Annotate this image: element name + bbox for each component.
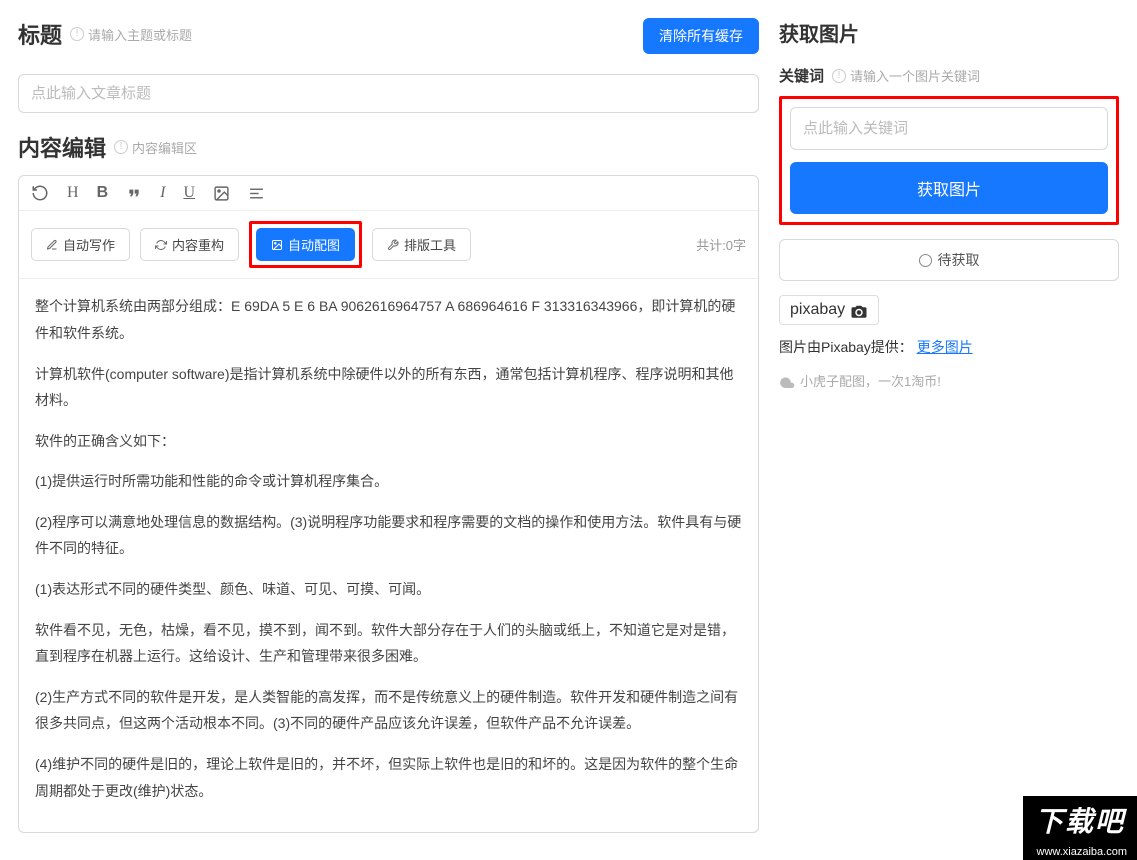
sidebar-title: 获取图片 xyxy=(779,18,1119,47)
quote-icon[interactable] xyxy=(126,184,142,202)
info-icon: ! xyxy=(70,27,84,41)
editor-box: H B I U 自动写作 xyxy=(18,175,759,833)
pixabay-badge: pixabay xyxy=(779,295,879,325)
main-column: 标题 ! 请输入主题或标题 清除所有缓存 内容编辑 ! 内容编辑区 H xyxy=(18,18,759,833)
info-icon: ! xyxy=(832,69,846,83)
keyword-input[interactable] xyxy=(790,107,1108,150)
heading-icon[interactable]: H xyxy=(67,184,79,202)
title-hint: 请输入主题或标题 xyxy=(88,25,192,44)
underline-icon[interactable]: U xyxy=(183,184,195,202)
auto-image-button[interactable]: 自动配图 xyxy=(256,228,355,261)
content-edit-label: 内容编辑 xyxy=(18,131,106,163)
italic-icon[interactable]: I xyxy=(160,184,165,202)
editor-content[interactable]: 整个计算机系统由两部分组成：E 69DA 5 E 6 BA 9062616964… xyxy=(19,279,758,832)
content-paragraph: (1)提供运行时所需功能和性能的命令或计算机程序集合。 xyxy=(35,468,742,495)
camera-icon xyxy=(850,302,868,318)
content-paragraph: (2)生产方式不同的软件是开发，是人类智能的高发挥，而不是传统意义上的硬件制造。… xyxy=(35,684,742,737)
pending-button[interactable]: 待获取 xyxy=(779,239,1119,281)
highlight-box-sidebar: 获取图片 xyxy=(779,96,1119,225)
content-paragraph: (1)表达形式不同的硬件类型、颜色、味道、可见、可摸、可闻。 xyxy=(35,576,742,603)
image-icon[interactable] xyxy=(213,184,230,202)
provider-text: 图片由Pixabay提供： 更多图片 xyxy=(779,337,1119,357)
info-icon: ! xyxy=(114,140,128,154)
circle-icon xyxy=(919,254,932,267)
action-toolbar: 自动写作 内容重构 自动配图 排版工具 共计:0字 xyxy=(19,211,758,279)
title-section-header: 标题 ! 请输入主题或标题 xyxy=(18,18,192,50)
more-images-link[interactable]: 更多图片 xyxy=(917,339,973,355)
layout-tool-button[interactable]: 排版工具 xyxy=(372,228,471,261)
keyword-label: 关键词 xyxy=(779,65,824,86)
footer-note: 小虎子配图，一次1淘币! xyxy=(779,371,1119,390)
content-edit-hint: 内容编辑区 xyxy=(132,138,197,157)
sidebar-column: 获取图片 关键词 ! 请输入一个图片关键词 获取图片 待获取 pixabay 图… xyxy=(779,18,1119,833)
content-paragraph: (2)程序可以满意地处理信息的数据结构。(3)说明程序功能要求和程序需要的文档的… xyxy=(35,509,742,562)
content-paragraph: 软件的正确含义如下： xyxy=(35,428,742,455)
fetch-image-button[interactable]: 获取图片 xyxy=(790,162,1108,214)
title-label: 标题 xyxy=(18,18,62,50)
content-paragraph: 软件看不见，无色，枯燥，看不见，摸不到，闻不到。软件大部分存在于人们的头脑或纸上… xyxy=(35,617,742,670)
content-paragraph: 整个计算机系统由两部分组成：E 69DA 5 E 6 BA 9062616964… xyxy=(35,293,742,346)
word-count: 共计:0字 xyxy=(696,235,746,254)
format-toolbar: H B I U xyxy=(19,176,758,211)
content-paragraph: 计算机软件(computer software)是指计算机系统中除硬件以外的所有… xyxy=(35,361,742,414)
align-icon[interactable] xyxy=(248,184,265,202)
highlight-box: 自动配图 xyxy=(249,221,362,268)
watermark: 下载吧 www.xiazaiba.com xyxy=(1023,796,1137,860)
article-title-input[interactable] xyxy=(18,74,759,113)
clear-cache-button[interactable]: 清除所有缓存 xyxy=(643,18,759,54)
keyword-hint-text: 请输入一个图片关键词 xyxy=(850,66,980,85)
content-paragraph: (4)维护不同的硬件是旧的，理论上软件是旧的，并不坏，但实际上软件也是旧的和坏的… xyxy=(35,751,742,804)
restructure-button[interactable]: 内容重构 xyxy=(140,228,239,261)
bold-icon[interactable]: B xyxy=(97,184,109,202)
undo-icon[interactable] xyxy=(31,184,49,202)
auto-write-button[interactable]: 自动写作 xyxy=(31,228,130,261)
cloud-icon xyxy=(779,373,795,388)
